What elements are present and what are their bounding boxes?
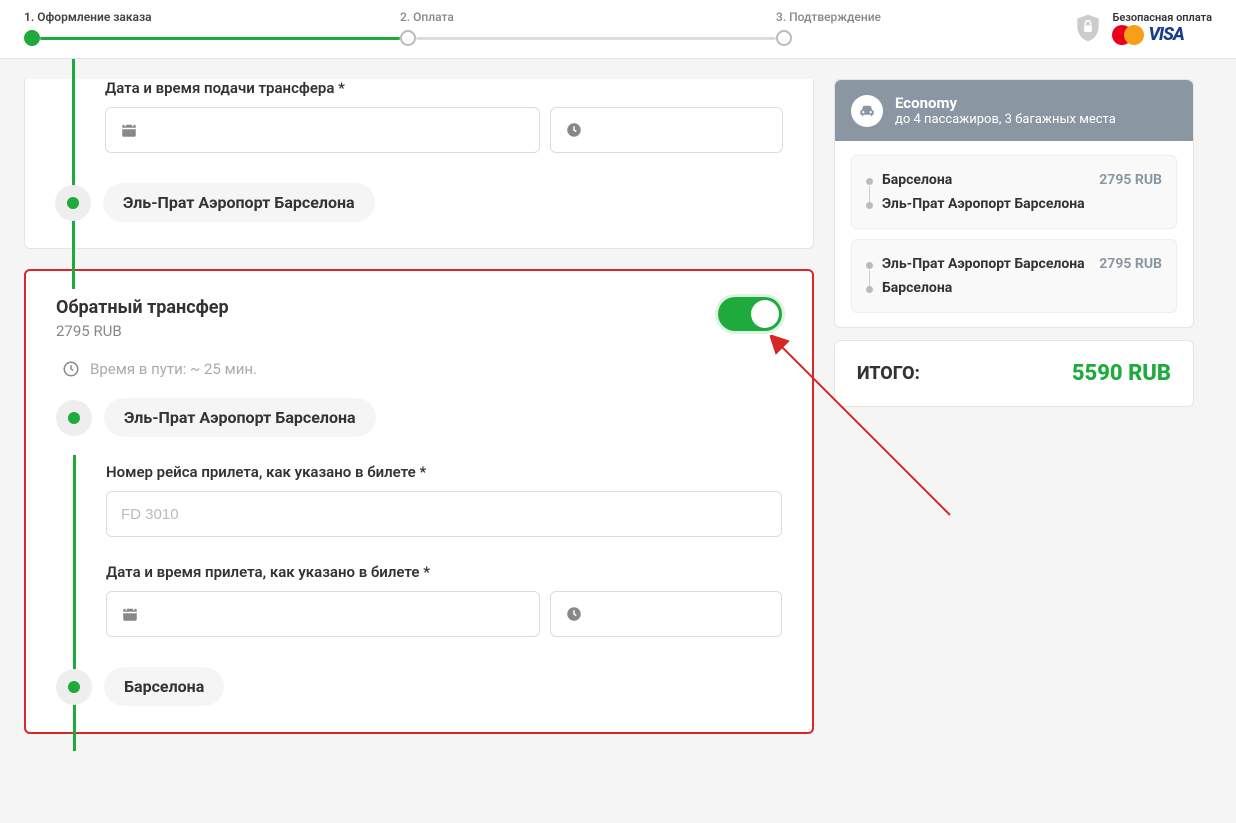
- route-block-2: Эль-Прат Аэропорт Барселона 2795 RUB Бар…: [851, 239, 1177, 313]
- step-1[interactable]: 1. Оформление заказа: [24, 10, 400, 46]
- return-transfer-toggle[interactable]: [718, 297, 782, 331]
- step-2[interactable]: 2. Оплата: [400, 10, 776, 46]
- calendar-icon: [121, 605, 139, 623]
- destination-pill: Эль-Прат Аэропорт Барселона: [103, 183, 375, 222]
- stepper-header: 1. Оформление заказа 2. Оплата 3. Подтве…: [0, 0, 1236, 59]
- flight-number-label: Номер рейса прилета, как указано в билет…: [106, 463, 782, 481]
- calendar-icon: [120, 121, 138, 139]
- return-destination-pill: Барселона: [104, 667, 224, 706]
- summary-header: Economy до 4 пассажиров, 3 багажных мест…: [835, 80, 1193, 141]
- secure-payment-badge: Безопасная оплата VISA: [1072, 10, 1212, 46]
- date-input[interactable]: [105, 107, 540, 153]
- steps: 1. Оформление заказа 2. Оплата 3. Подтве…: [24, 10, 1056, 46]
- car-icon: [851, 95, 883, 127]
- travel-time-row: Время в пути: ~ 25 мин.: [62, 360, 782, 378]
- shield-icon: [1072, 10, 1104, 46]
- destination-row: Эль-Прат Аэропорт Барселона: [55, 183, 783, 222]
- step-3[interactable]: 3. Подтверждение: [776, 10, 881, 46]
- flight-number-input[interactable]: [106, 491, 782, 537]
- mastercard-icon: [1112, 25, 1144, 45]
- arrival-time-input[interactable]: [550, 591, 782, 637]
- visa-icon: VISA: [1148, 24, 1183, 45]
- return-transfer-price: 2795 RUB: [56, 322, 229, 340]
- route-dot-icon: [68, 681, 80, 693]
- arrival-date-input[interactable]: [106, 591, 540, 637]
- return-origin-row: Эль-Прат Аэропорт Барселона: [56, 398, 782, 437]
- summary-card: Economy до 4 пассажиров, 3 багажных мест…: [834, 79, 1194, 328]
- date-time-label: Дата и время подачи трансфера *: [105, 79, 783, 97]
- step-dot: [400, 30, 416, 46]
- transfer-form-card: Дата и время подачи трансфера * Эль-Прат…: [24, 79, 814, 249]
- return-origin-pill: Эль-Прат Аэропорт Барселона: [104, 398, 376, 437]
- step-dot-active: [24, 30, 40, 46]
- clock-icon: [62, 360, 80, 378]
- route-dot-icon: [68, 412, 80, 424]
- clock-icon: [565, 605, 583, 623]
- vehicle-capacity: до 4 пассажиров, 3 багажных места: [895, 112, 1116, 127]
- route-dot-icon: [67, 197, 79, 209]
- return-transfer-card: Обратный трансфер 2795 RUB Время в пути:…: [24, 269, 814, 734]
- clock-icon: [565, 121, 583, 139]
- total-card: ИТОГО: 5590 RUB: [834, 340, 1194, 407]
- return-transfer-title: Обратный трансфер: [56, 297, 229, 318]
- vehicle-class: Economy: [895, 94, 1116, 112]
- time-input[interactable]: [550, 107, 783, 153]
- route-block-1: Барселона 2795 RUB Эль-Прат Аэропорт Бар…: [851, 155, 1177, 229]
- arrival-datetime-label: Дата и время прилета, как указано в биле…: [106, 563, 782, 581]
- return-destination-row: Барселона: [56, 667, 782, 706]
- total-value: 5590 RUB: [1072, 361, 1171, 386]
- step-dot: [776, 30, 792, 46]
- total-label: ИТОГО:: [857, 363, 920, 384]
